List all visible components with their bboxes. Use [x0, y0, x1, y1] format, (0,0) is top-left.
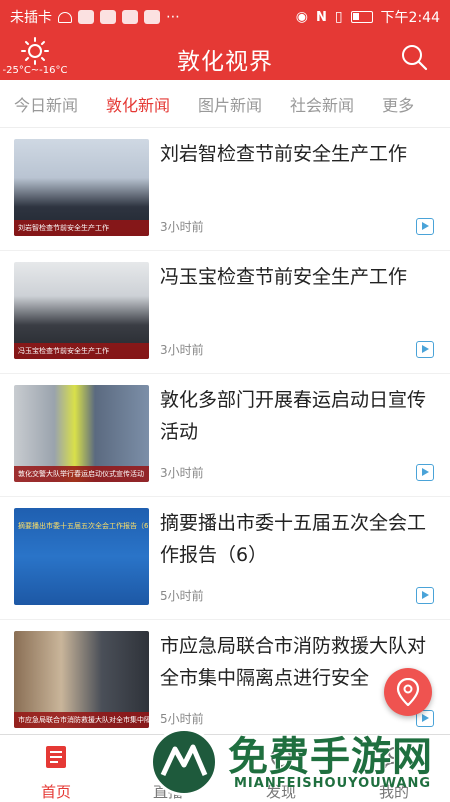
watermark-text: 免费手游网: [228, 734, 433, 780]
video-play-icon[interactable]: [416, 341, 434, 358]
eye-icon: ◉: [295, 9, 308, 25]
news-time: 5小时前: [160, 589, 204, 603]
news-title: 刘岩智检查节前安全生产工作: [160, 143, 408, 165]
news-item[interactable]: 摘要播出市委十五届五次全会工作报告（6） 摘要播出市委十五届五次全会工作报告（6…: [0, 497, 450, 620]
nfc-icon: N: [315, 9, 327, 25]
watermark: 免费手游网 MIANFEISHOUYOUWANG: [150, 724, 450, 800]
video-play-icon[interactable]: [416, 464, 434, 481]
search-icon[interactable]: [400, 43, 428, 71]
watermark-logo: [150, 728, 218, 796]
news-title: 摘要播出市委十五届五次全会工作报告（6）: [160, 512, 427, 566]
tab-dunhua-news[interactable]: 敦化新闻: [92, 92, 184, 116]
page-title: 敦化视界: [177, 49, 273, 75]
app-icon: [100, 10, 116, 24]
status-bar: 未插卡 ⋯ ◉ N ▯ 下午2:44: [0, 0, 450, 34]
app-icon: [122, 10, 138, 24]
news-thumbnail: 市应急局联合市消防救援大队对全市集中隔离点: [14, 631, 149, 728]
thumbnail-caption: 冯玉宝检查节前安全生产工作: [14, 343, 149, 359]
news-thumbnail: 冯玉宝检查节前安全生产工作: [14, 262, 149, 359]
news-list: 刘岩智检查节前安全生产工作 刘岩智检查节前安全生产工作 3小时前 冯玉宝检查节前…: [0, 128, 450, 743]
thumbnail-caption: 市应急局联合市消防救援大队对全市集中隔离点: [14, 712, 149, 728]
news-item[interactable]: 冯玉宝检查节前安全生产工作 冯玉宝检查节前安全生产工作 3小时前: [0, 251, 450, 374]
tab-picture-news[interactable]: 图片新闻: [184, 92, 276, 116]
app-header: -25°C~-16°C 敦化视界: [0, 34, 450, 80]
vibrate-icon: ▯: [334, 9, 343, 25]
video-play-icon[interactable]: [416, 218, 434, 235]
watermark-subtext: MIANFEISHOUYOUWANG: [234, 776, 432, 791]
more-notifications-icon: ⋯: [166, 9, 180, 25]
location-button[interactable]: [384, 668, 432, 716]
tab-today-news[interactable]: 今日新闻: [0, 92, 92, 116]
wifi-icon: [58, 11, 72, 23]
thumbnail-caption: 摘要播出市委十五届五次全会工作报告（6）: [18, 522, 149, 530]
news-thumbnail: 敦化交警大队举行春运启动仪式宣传活动: [14, 385, 149, 482]
news-item[interactable]: 刘岩智检查节前安全生产工作 刘岩智检查节前安全生产工作 3小时前: [0, 128, 450, 251]
news-thumbnail: 刘岩智检查节前安全生产工作: [14, 139, 149, 236]
home-news-icon: [46, 746, 66, 768]
nav-home-label: 首页: [40, 783, 71, 801]
video-play-icon[interactable]: [416, 587, 434, 604]
carrier-text: 未插卡: [10, 10, 52, 26]
tab-more[interactable]: 更多: [368, 92, 428, 116]
thumbnail-caption: 刘岩智检查节前安全生产工作: [14, 220, 149, 236]
news-title: 冯玉宝检查节前安全生产工作: [160, 266, 408, 288]
news-title: 敦化多部门开展春运启动日宣传活动: [160, 389, 427, 443]
news-item[interactable]: 敦化交警大队举行春运启动仪式宣传活动 敦化多部门开展春运启动日宣传活动 3小时前: [0, 374, 450, 497]
tab-society-news[interactable]: 社会新闻: [276, 92, 368, 116]
category-tabs: 今日新闻 敦化新闻 图片新闻 社会新闻 更多: [0, 80, 450, 128]
news-thumbnail: 摘要播出市委十五届五次全会工作报告（6）: [14, 508, 149, 605]
news-time: 3小时前: [160, 466, 204, 480]
app-icon: [144, 10, 160, 24]
thumbnail-caption: 敦化交警大队举行春运启动仪式宣传活动: [14, 466, 149, 482]
news-time: 3小时前: [160, 220, 204, 234]
clock: 下午2:44: [380, 10, 440, 26]
battery-icon: [350, 11, 373, 23]
app-icon: [78, 10, 94, 24]
location-pin-icon: [396, 678, 420, 706]
news-time: 3小时前: [160, 343, 204, 357]
